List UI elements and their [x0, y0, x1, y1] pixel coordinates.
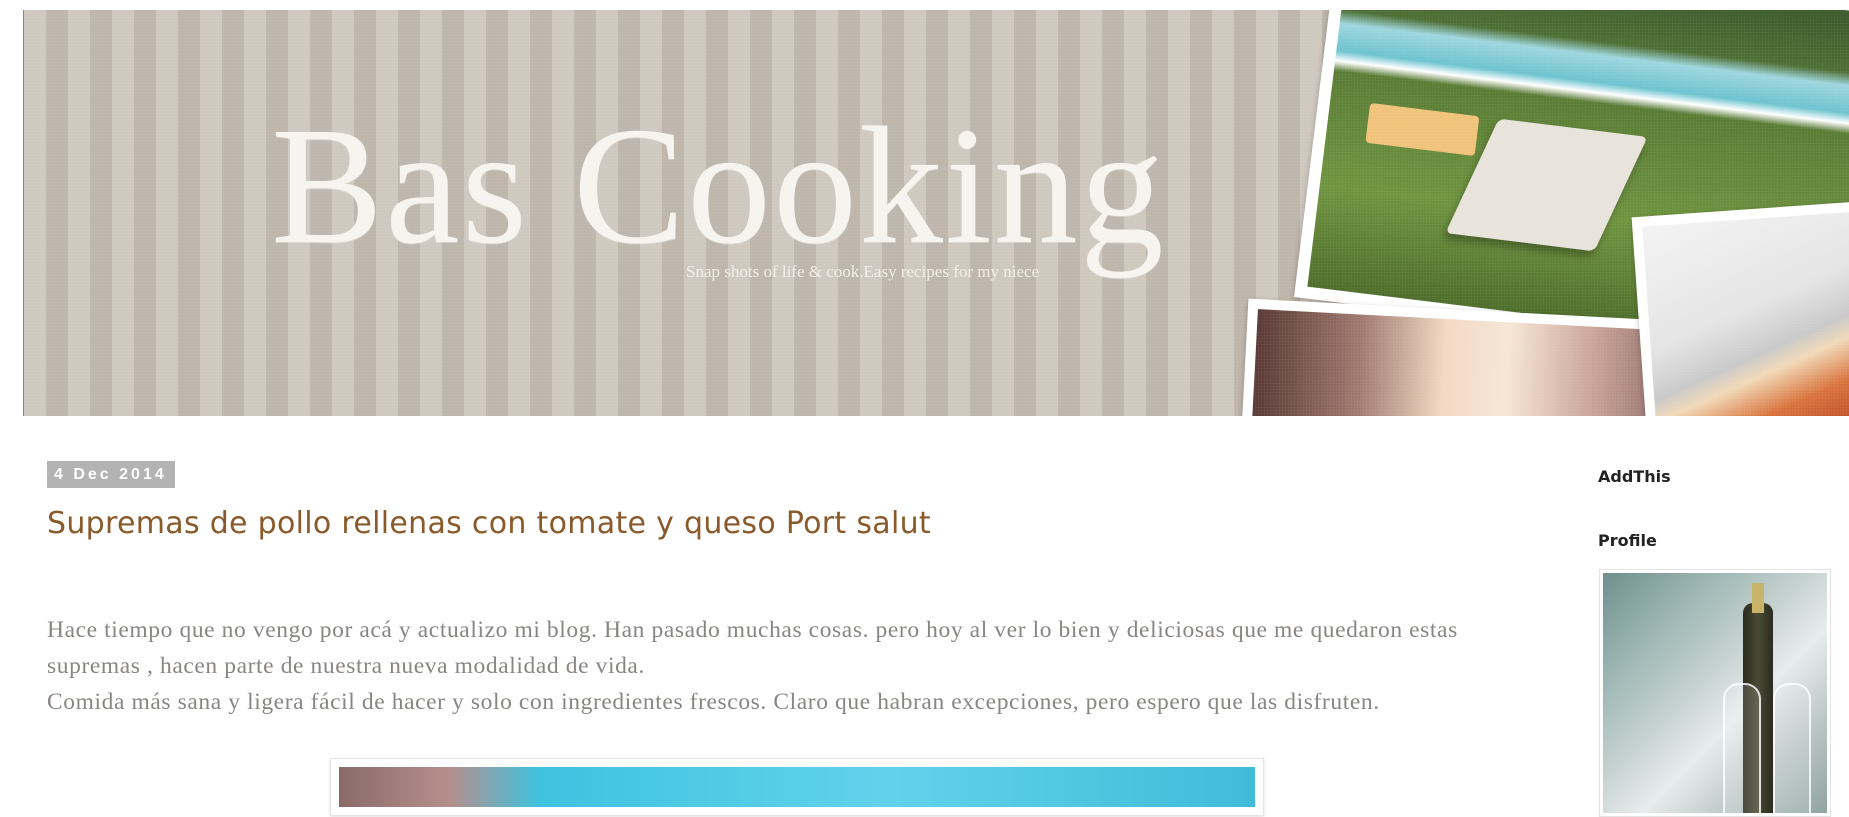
header-photo-food — [1631, 199, 1849, 416]
post-paragraph: Hace tiempo que no vengo por acá y actua… — [47, 617, 1458, 679]
post-body: Hace tiempo que no vengo por acá y actua… — [47, 612, 1547, 720]
blog-tagline: Snap shots of life & cook.Easy recipes f… — [686, 262, 1040, 281]
post-title[interactable]: Supremas de pollo rellenas con tomate y … — [47, 506, 931, 541]
post-paragraph: Comida más sana y ligera fácil de hacer … — [47, 689, 1380, 715]
blog-title[interactable]: Bas Cooking — [271, 102, 1166, 270]
profile-photo[interactable] — [1599, 569, 1831, 817]
post-image[interactable] — [330, 758, 1264, 816]
blog-header-banner[interactable]: Bas Cooking Snap shots of life & cook.Ea… — [23, 10, 1849, 416]
sidebar-heading-addthis: AddThis — [1598, 467, 1671, 486]
sidebar-heading-profile: Profile — [1598, 531, 1657, 550]
post-date-badge: 4 Dec 2014 — [47, 461, 175, 488]
